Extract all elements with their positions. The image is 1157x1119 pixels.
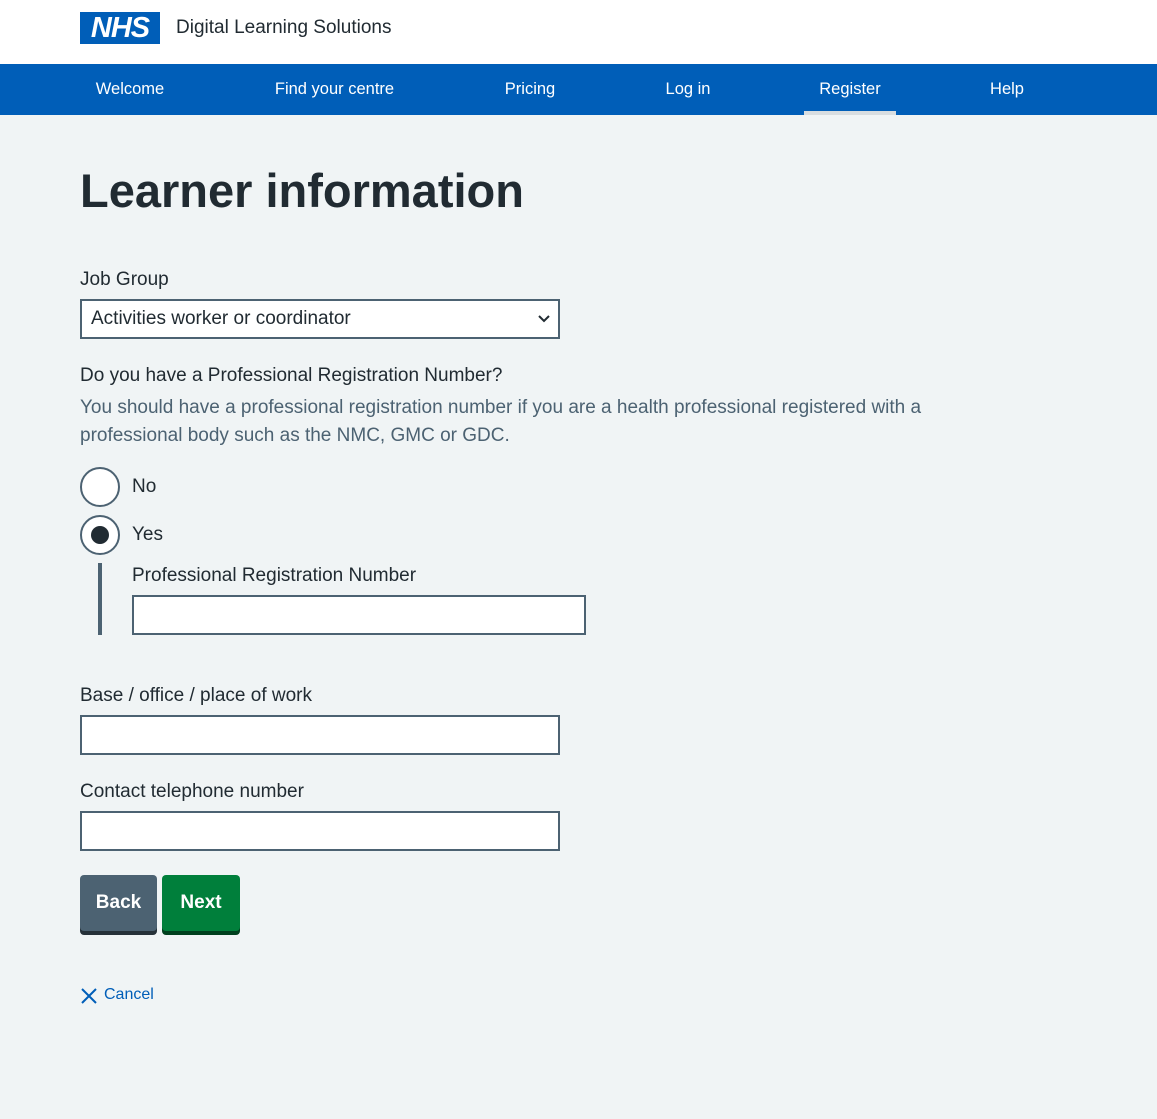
close-icon xyxy=(81,988,97,1004)
nav-item-welcome[interactable]: Welcome xyxy=(80,64,180,115)
job-group-select[interactable]: Activities worker or coordinator xyxy=(80,299,560,339)
prn-field-label: Professional Registration Number xyxy=(132,565,417,586)
job-group-selected-value: Activities worker or coordinator xyxy=(91,308,351,329)
telephone-input[interactable] xyxy=(80,811,560,851)
site-header: NHS Digital Learning Solutions xyxy=(0,0,1157,64)
radio-label-yes[interactable]: Yes xyxy=(132,522,163,548)
main-content: Learner information Job Group Activities… xyxy=(0,115,1157,1119)
radio-button-yes[interactable] xyxy=(80,515,120,555)
nav-item-register[interactable]: Register xyxy=(804,64,896,115)
nhs-logo[interactable]: NHS xyxy=(80,12,160,44)
prn-question-label: Do you have a Professional Registration … xyxy=(80,365,503,386)
nav-item-find-your-centre[interactable]: Find your centre xyxy=(256,64,413,115)
cancel-link-label[interactable]: Cancel xyxy=(104,984,154,1006)
page-title: Learner information xyxy=(80,164,524,217)
nav-item-help[interactable]: Help xyxy=(967,64,1047,115)
next-button[interactable]: Next xyxy=(162,875,240,931)
prn-hint-text: You should have a professional registrat… xyxy=(80,397,922,446)
telephone-label: Contact telephone number xyxy=(80,781,304,802)
workplace-label: Base / office / place of work xyxy=(80,685,312,706)
service-name[interactable]: Digital Learning Solutions xyxy=(176,15,391,41)
workplace-input[interactable] xyxy=(80,715,560,755)
chevron-down-icon xyxy=(538,301,550,337)
back-button[interactable]: Back xyxy=(80,875,157,931)
radio-selected-dot xyxy=(91,526,109,544)
radio-button-no[interactable] xyxy=(80,467,120,507)
radio-label-no[interactable]: No xyxy=(132,474,156,500)
nav-item-log-in[interactable]: Log in xyxy=(648,64,728,115)
prn-input[interactable] xyxy=(132,595,586,635)
main-navigation: Welcome Find your centre Pricing Log in … xyxy=(0,64,1157,115)
job-group-label: Job Group xyxy=(80,269,169,290)
nav-item-pricing[interactable]: Pricing xyxy=(490,64,570,115)
conditional-reveal-bar xyxy=(98,563,102,635)
